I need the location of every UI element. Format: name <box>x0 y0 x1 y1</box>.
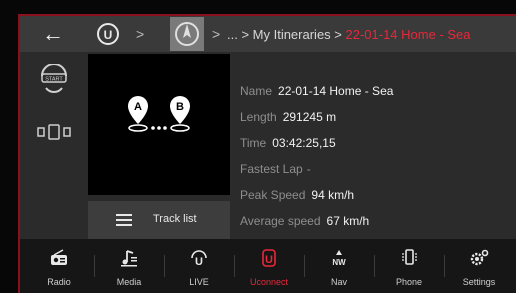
radio-button[interactable]: Radio <box>28 239 90 293</box>
breadcrumb-separator: > <box>136 26 145 42</box>
detail-value: 22-01-14 Home - Sea <box>278 84 394 98</box>
detail-key: Fastest Lap <box>240 162 303 176</box>
uconnect-u-icon[interactable]: U <box>96 22 120 46</box>
bottom-nav-bar: Radio Media U LIVE U Uconnect NW Nav Pho… <box>20 239 516 293</box>
uconnect-icon: U <box>262 249 276 267</box>
detail-key: Time <box>240 136 267 150</box>
live-label: LIVE <box>189 277 209 287</box>
nav-label: Nav <box>330 277 347 287</box>
head-unit-screen: ← U > > ... > My Itineraries > 22-01-14 … <box>18 14 516 293</box>
detail-value: 94 km/h <box>311 188 355 202</box>
side-rail: START <box>20 52 88 239</box>
divider <box>234 255 235 277</box>
detail-row-length: Length 291245 m <box>240 110 336 128</box>
phone-icon <box>402 249 417 265</box>
uconnect-button[interactable]: U Uconnect <box>238 239 300 293</box>
detail-value: 03:42:25,15 <box>272 136 336 150</box>
detail-value: - <box>306 162 311 176</box>
detail-value: 67 km/h <box>326 214 370 228</box>
breadcrumb-current: 22-01-14 Home - Sea <box>345 27 471 42</box>
phone-button[interactable]: Phone <box>378 239 440 293</box>
breadcrumb-bar: ← U > > ... > My Itineraries > 22-01-14 … <box>20 16 516 52</box>
detail-key: Average speed <box>240 214 321 228</box>
marker-b-label: B <box>176 101 184 113</box>
divider <box>444 255 445 277</box>
detail-key: Peak Speed <box>240 188 306 202</box>
settings-button[interactable]: Settings <box>448 239 510 293</box>
divider <box>304 255 305 277</box>
breadcrumb-trail[interactable]: ... > My Itineraries > <box>227 27 346 42</box>
phone-label: Phone <box>395 277 423 287</box>
settings-label: Settings <box>462 277 496 287</box>
marker-b-icon: B <box>170 96 190 132</box>
uconnect-label: Uconnect <box>249 277 289 287</box>
itinerary-details: Name 22-01-14 Home - Sea Length 291245 m T… <box>230 52 516 239</box>
live-button[interactable]: U LIVE <box>168 239 230 293</box>
divider <box>374 255 375 277</box>
svg-text:U: U <box>104 28 113 42</box>
list-icon <box>116 214 132 226</box>
detail-value: 291245 m <box>282 110 337 124</box>
detail-row-time: Time 03:42:25,15 <box>240 136 336 154</box>
divider <box>164 255 165 277</box>
divider <box>94 255 95 277</box>
detail-row-average-speed: Average speed 67 km/h <box>240 214 369 232</box>
phone-device-icon <box>37 124 71 140</box>
nav-icon: NW <box>332 250 346 267</box>
device-bezel: ← U > > ... > My Itineraries > 22-01-14 … <box>0 0 516 293</box>
radio-label: Radio <box>47 277 71 287</box>
media-icon <box>121 250 137 267</box>
track-list-button[interactable]: Track list <box>88 201 230 239</box>
breadcrumb: ... > My Itineraries > 22-01-14 Home - S… <box>227 27 471 42</box>
radio-icon <box>51 249 67 265</box>
start-label: START <box>45 77 63 83</box>
detail-key: Name <box>240 84 273 98</box>
nav-button[interactable]: NW Nav <box>308 239 370 293</box>
detail-key: Length <box>240 110 277 124</box>
live-icon: U <box>191 250 207 267</box>
route-map-preview[interactable]: A B <box>88 54 230 195</box>
svg-text:U: U <box>195 256 203 267</box>
media-button[interactable]: Media <box>98 239 160 293</box>
track-list-label: Track list <box>153 213 197 225</box>
phone-device-button[interactable] <box>34 118 74 148</box>
detail-row-name: Name 22-01-14 Home - Sea <box>240 84 393 102</box>
media-label: Media <box>116 277 142 287</box>
svg-text:NW: NW <box>332 258 346 267</box>
breadcrumb-separator: > <box>212 26 221 42</box>
settings-icon <box>470 249 489 266</box>
marker-a-icon: A <box>128 96 148 132</box>
detail-row-peak-speed: Peak Speed 94 km/h <box>240 188 354 206</box>
detail-row-fastest-lap: Fastest Lap - <box>240 162 311 180</box>
marker-a-label: A <box>134 101 142 113</box>
navigation-compass-icon[interactable] <box>170 17 204 51</box>
route-dots <box>151 126 167 130</box>
svg-text:U: U <box>265 254 273 266</box>
back-arrow-icon[interactable]: ← <box>38 23 68 45</box>
start-button[interactable]: START <box>34 63 74 94</box>
start-icon: START <box>41 63 67 93</box>
